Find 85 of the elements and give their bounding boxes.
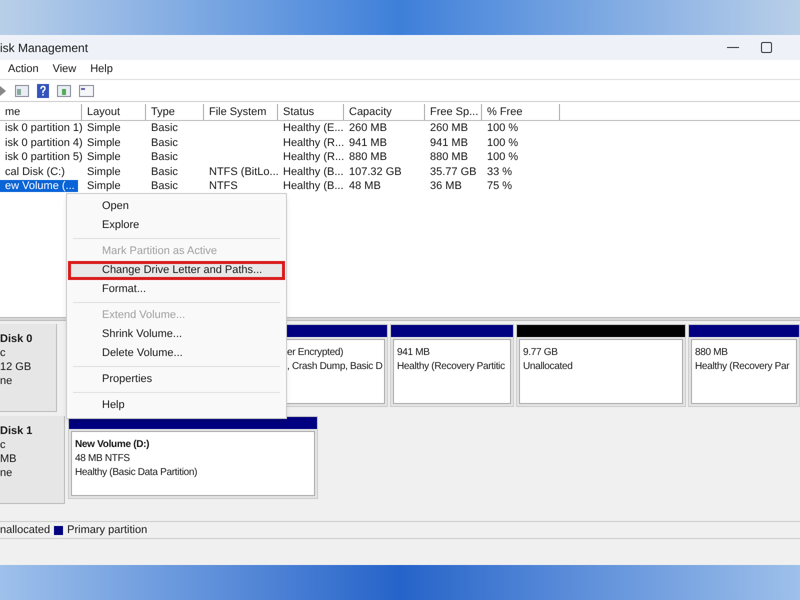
partition-info: 48 MB NTFS (75, 452, 131, 466)
table-cell: 48 MB (349, 180, 381, 192)
menu-item[interactable]: Action (8, 61, 39, 78)
partition-info: 9.77 GB (523, 346, 559, 360)
legend-label: Primary partition (67, 522, 148, 538)
table-cell[interactable]: cal Disk (C:) (5, 166, 65, 178)
disk-name: Disk 0 (0, 332, 34, 346)
table-cell: 260 MB (430, 122, 468, 134)
table-cell: Healthy (R... (283, 136, 344, 148)
context-menu-item[interactable]: Change Drive Letter and Paths... (68, 261, 285, 280)
table-cell: 941 MB (430, 136, 468, 148)
column-header[interactable]: Layout (82, 104, 146, 120)
table-cell: Simple (87, 151, 121, 163)
partition-info: 941 MB (397, 346, 431, 360)
table-cell: Basic (151, 151, 178, 163)
table-cell: Simple (87, 180, 121, 192)
menu-item[interactable]: View (52, 61, 76, 78)
context-menu-item[interactable]: Open (68, 197, 285, 216)
table-cell: 100 % (487, 151, 518, 163)
minimize-icon[interactable] (727, 46, 739, 48)
context-menu-item[interactable]: Explore (68, 216, 285, 235)
column-header[interactable]: Capacity (344, 104, 425, 120)
table-cell[interactable]: ew Volume (... (0, 180, 78, 192)
table-cell: 33 % (487, 166, 512, 178)
table-cell: Basic (151, 136, 178, 148)
disk-name: Disk 1 (0, 424, 34, 438)
column-header[interactable]: File System (204, 104, 278, 120)
table-cell: 880 MB (349, 151, 387, 163)
partition-info: Healthy (Recovery Par (695, 360, 790, 374)
table-cell: Simple (87, 166, 121, 178)
table-cell: Healthy (R... (283, 151, 344, 163)
help-icon[interactable] (37, 84, 49, 98)
maximize-icon[interactable] (761, 42, 772, 53)
table-cell: 100 % (487, 136, 518, 148)
table-cell: 100 % (487, 122, 518, 134)
disk-info: 12 GB (0, 360, 32, 374)
disk-info: MB (0, 452, 18, 466)
disk-info: ne (0, 374, 14, 388)
context-menu-item[interactable]: Format... (68, 280, 285, 299)
disk-info: c (0, 438, 6, 452)
table-cell[interactable]: isk 0 partition 1) (5, 122, 83, 134)
column-header[interactable]: % Free (482, 104, 560, 120)
table-cell: NTFS (BitLo... (209, 166, 279, 178)
partition-info: 880 MB (695, 346, 729, 360)
menu-item[interactable]: Help (90, 61, 113, 78)
table-cell: Simple (87, 136, 121, 148)
table-cell: Simple (87, 122, 121, 134)
table-cell: 941 MB (349, 136, 387, 148)
table-cell[interactable]: isk 0 partition 5) (5, 151, 83, 163)
table-cell: Basic (151, 122, 178, 134)
table-cell[interactable]: isk 0 partition 4) (5, 136, 83, 148)
table-cell: Basic (151, 180, 178, 192)
table-cell: 75 % (487, 180, 512, 192)
column-header[interactable]: Type (146, 104, 204, 120)
panel-icon[interactable] (57, 84, 71, 96)
partition-block[interactable]: New Volume (D:) 48 MB NTFS Healthy (Basic Data Partition) (68, 416, 318, 499)
forward-arrow-icon[interactable] (0, 84, 7, 96)
table-cell: NTFS (209, 180, 238, 192)
table-cell: 107.32 GB (349, 166, 402, 178)
panel-icon[interactable] (15, 84, 29, 96)
partition-title: New Volume (D:) (75, 438, 150, 452)
disk-info: ne (0, 466, 14, 480)
table-cell: Healthy (B... (283, 180, 344, 192)
table-cell: Healthy (E... (283, 122, 344, 134)
window-title: isk Management (0, 40, 88, 56)
table-cell: 260 MB (349, 122, 387, 134)
partition-block[interactable]: 941 MB Healthy (Recovery Partitic (390, 324, 514, 407)
console-icon[interactable] (79, 84, 94, 96)
partition-info: , Crash Dump, Basic D (287, 360, 384, 374)
column-header[interactable]: me (0, 104, 82, 120)
partition-block[interactable]: 880 MB Healthy (Recovery Par (688, 324, 800, 407)
partition-info: Healthy (Recovery Partitic (397, 360, 506, 374)
table-cell: Healthy (B... (283, 166, 344, 178)
table-cell: 36 MB (430, 180, 462, 192)
partition-block[interactable]: 9.77 GB Unallocated (516, 324, 686, 407)
table-cell: 880 MB (430, 151, 468, 163)
table-cell: Basic (151, 166, 178, 178)
column-header[interactable]: Status (278, 104, 344, 120)
column-header[interactable]: Free Sp... (425, 104, 482, 120)
disk-info: c (0, 346, 6, 360)
table-cell: 35.77 GB (430, 166, 476, 178)
partition-info: er Encrypted) (287, 346, 344, 360)
partition-info: Healthy (Basic Data Partition) (75, 466, 198, 480)
partition-info: Unallocated (523, 360, 574, 374)
legend-label: nallocated (0, 522, 50, 538)
